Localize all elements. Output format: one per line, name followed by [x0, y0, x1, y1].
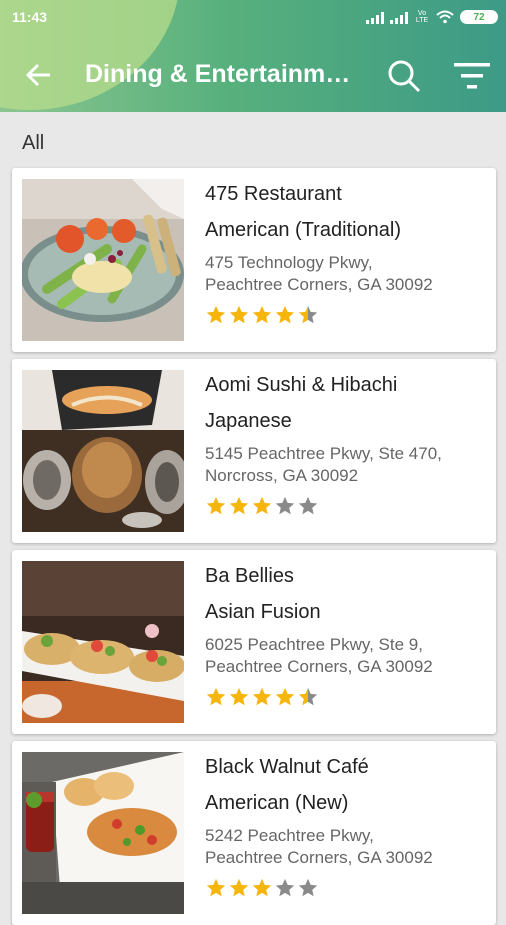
star-half-icon	[298, 687, 318, 706]
star-empty-icon	[298, 878, 318, 897]
restaurant-name: Ba Bellies	[205, 565, 294, 587]
star-full-icon	[206, 687, 226, 706]
status-time: 11:43	[12, 9, 48, 25]
star-full-icon	[252, 878, 272, 897]
address-line-2: Peachtree Corners, GA 30092	[205, 275, 433, 294]
section-label-all: All	[22, 132, 45, 154]
restaurant-address: 5145 Peachtree Pkwy, Ste 470, Norcross, …	[205, 443, 490, 491]
app-bar: 11:43 Vo LTE 72 Dining & Entertainment	[0, 0, 506, 112]
restaurant-photo	[22, 752, 184, 914]
status-bar: 11:43 Vo LTE 72	[0, 0, 506, 34]
signal-icon	[366, 10, 384, 24]
restaurant-address: 6025 Peachtree Pkwy, Ste 9, Peachtree Co…	[205, 634, 490, 682]
battery-icon: 72	[460, 10, 498, 24]
page-title: Dining & Entertainment	[85, 60, 360, 88]
restaurant-photo	[22, 370, 184, 532]
restaurant-address: 475 Technology Pkwy, Peachtree Corners, …	[205, 252, 490, 300]
restaurant-card[interactable]: Aomi Sushi & Hibachi Japanese 5145 Peach…	[12, 359, 496, 543]
restaurant-cuisine: American (Traditional)	[205, 219, 401, 241]
star-rating	[205, 495, 490, 517]
star-full-icon	[229, 496, 249, 515]
star-full-icon	[206, 305, 226, 324]
restaurant-name: Black Walnut Café	[205, 756, 369, 778]
star-full-icon	[275, 687, 295, 706]
restaurant-address: 5242 Peachtree Pkwy, Peachtree Corners, …	[205, 825, 490, 873]
address-line-1: 5145 Peachtree Pkwy, Ste 470,	[205, 444, 442, 463]
filter-icon[interactable]	[452, 58, 492, 94]
address-line-1: 475 Technology Pkwy,	[205, 253, 373, 272]
restaurant-cuisine: Japanese	[205, 410, 292, 432]
address-line-1: 6025 Peachtree Pkwy, Ste 9,	[205, 635, 423, 654]
search-icon[interactable]	[386, 58, 422, 94]
star-full-icon	[206, 496, 226, 515]
toolbar: Dining & Entertainment	[0, 46, 506, 102]
star-empty-icon	[275, 878, 295, 897]
restaurant-cuisine: Asian Fusion	[205, 601, 321, 623]
restaurant-cuisine: American (New)	[205, 792, 349, 814]
star-rating	[205, 304, 490, 326]
address-line-1: 5242 Peachtree Pkwy,	[205, 826, 374, 845]
address-line-2: Peachtree Corners, GA 30092	[205, 657, 433, 676]
restaurant-name: 475 Restaurant	[205, 183, 342, 205]
restaurant-card[interactable]: 475 Restaurant American (Traditional) 47…	[12, 168, 496, 352]
star-full-icon	[275, 305, 295, 324]
star-empty-icon	[298, 496, 318, 515]
star-full-icon	[229, 878, 249, 897]
signal-icon-2	[390, 10, 408, 24]
star-full-icon	[252, 496, 272, 515]
restaurant-card[interactable]: Ba Bellies Asian Fusion 6025 Peachtree P…	[12, 550, 496, 734]
star-full-icon	[229, 687, 249, 706]
restaurant-name: Aomi Sushi & Hibachi	[205, 374, 398, 396]
back-arrow-icon[interactable]	[22, 58, 56, 92]
restaurant-card[interactable]: Black Walnut Café American (New) 5242 Pe…	[12, 741, 496, 925]
star-full-icon	[252, 305, 272, 324]
star-rating	[205, 877, 490, 899]
address-line-2: Peachtree Corners, GA 30092	[205, 848, 433, 867]
wifi-icon	[436, 10, 454, 24]
star-half-icon	[298, 305, 318, 324]
star-full-icon	[206, 878, 226, 897]
star-rating	[205, 686, 490, 708]
volte-indicator: Vo LTE	[415, 10, 429, 24]
restaurant-photo	[22, 561, 184, 723]
star-full-icon	[229, 305, 249, 324]
restaurant-photo	[22, 179, 184, 341]
address-line-2: Norcross, GA 30092	[205, 466, 359, 485]
star-empty-icon	[275, 496, 295, 515]
star-full-icon	[252, 687, 272, 706]
